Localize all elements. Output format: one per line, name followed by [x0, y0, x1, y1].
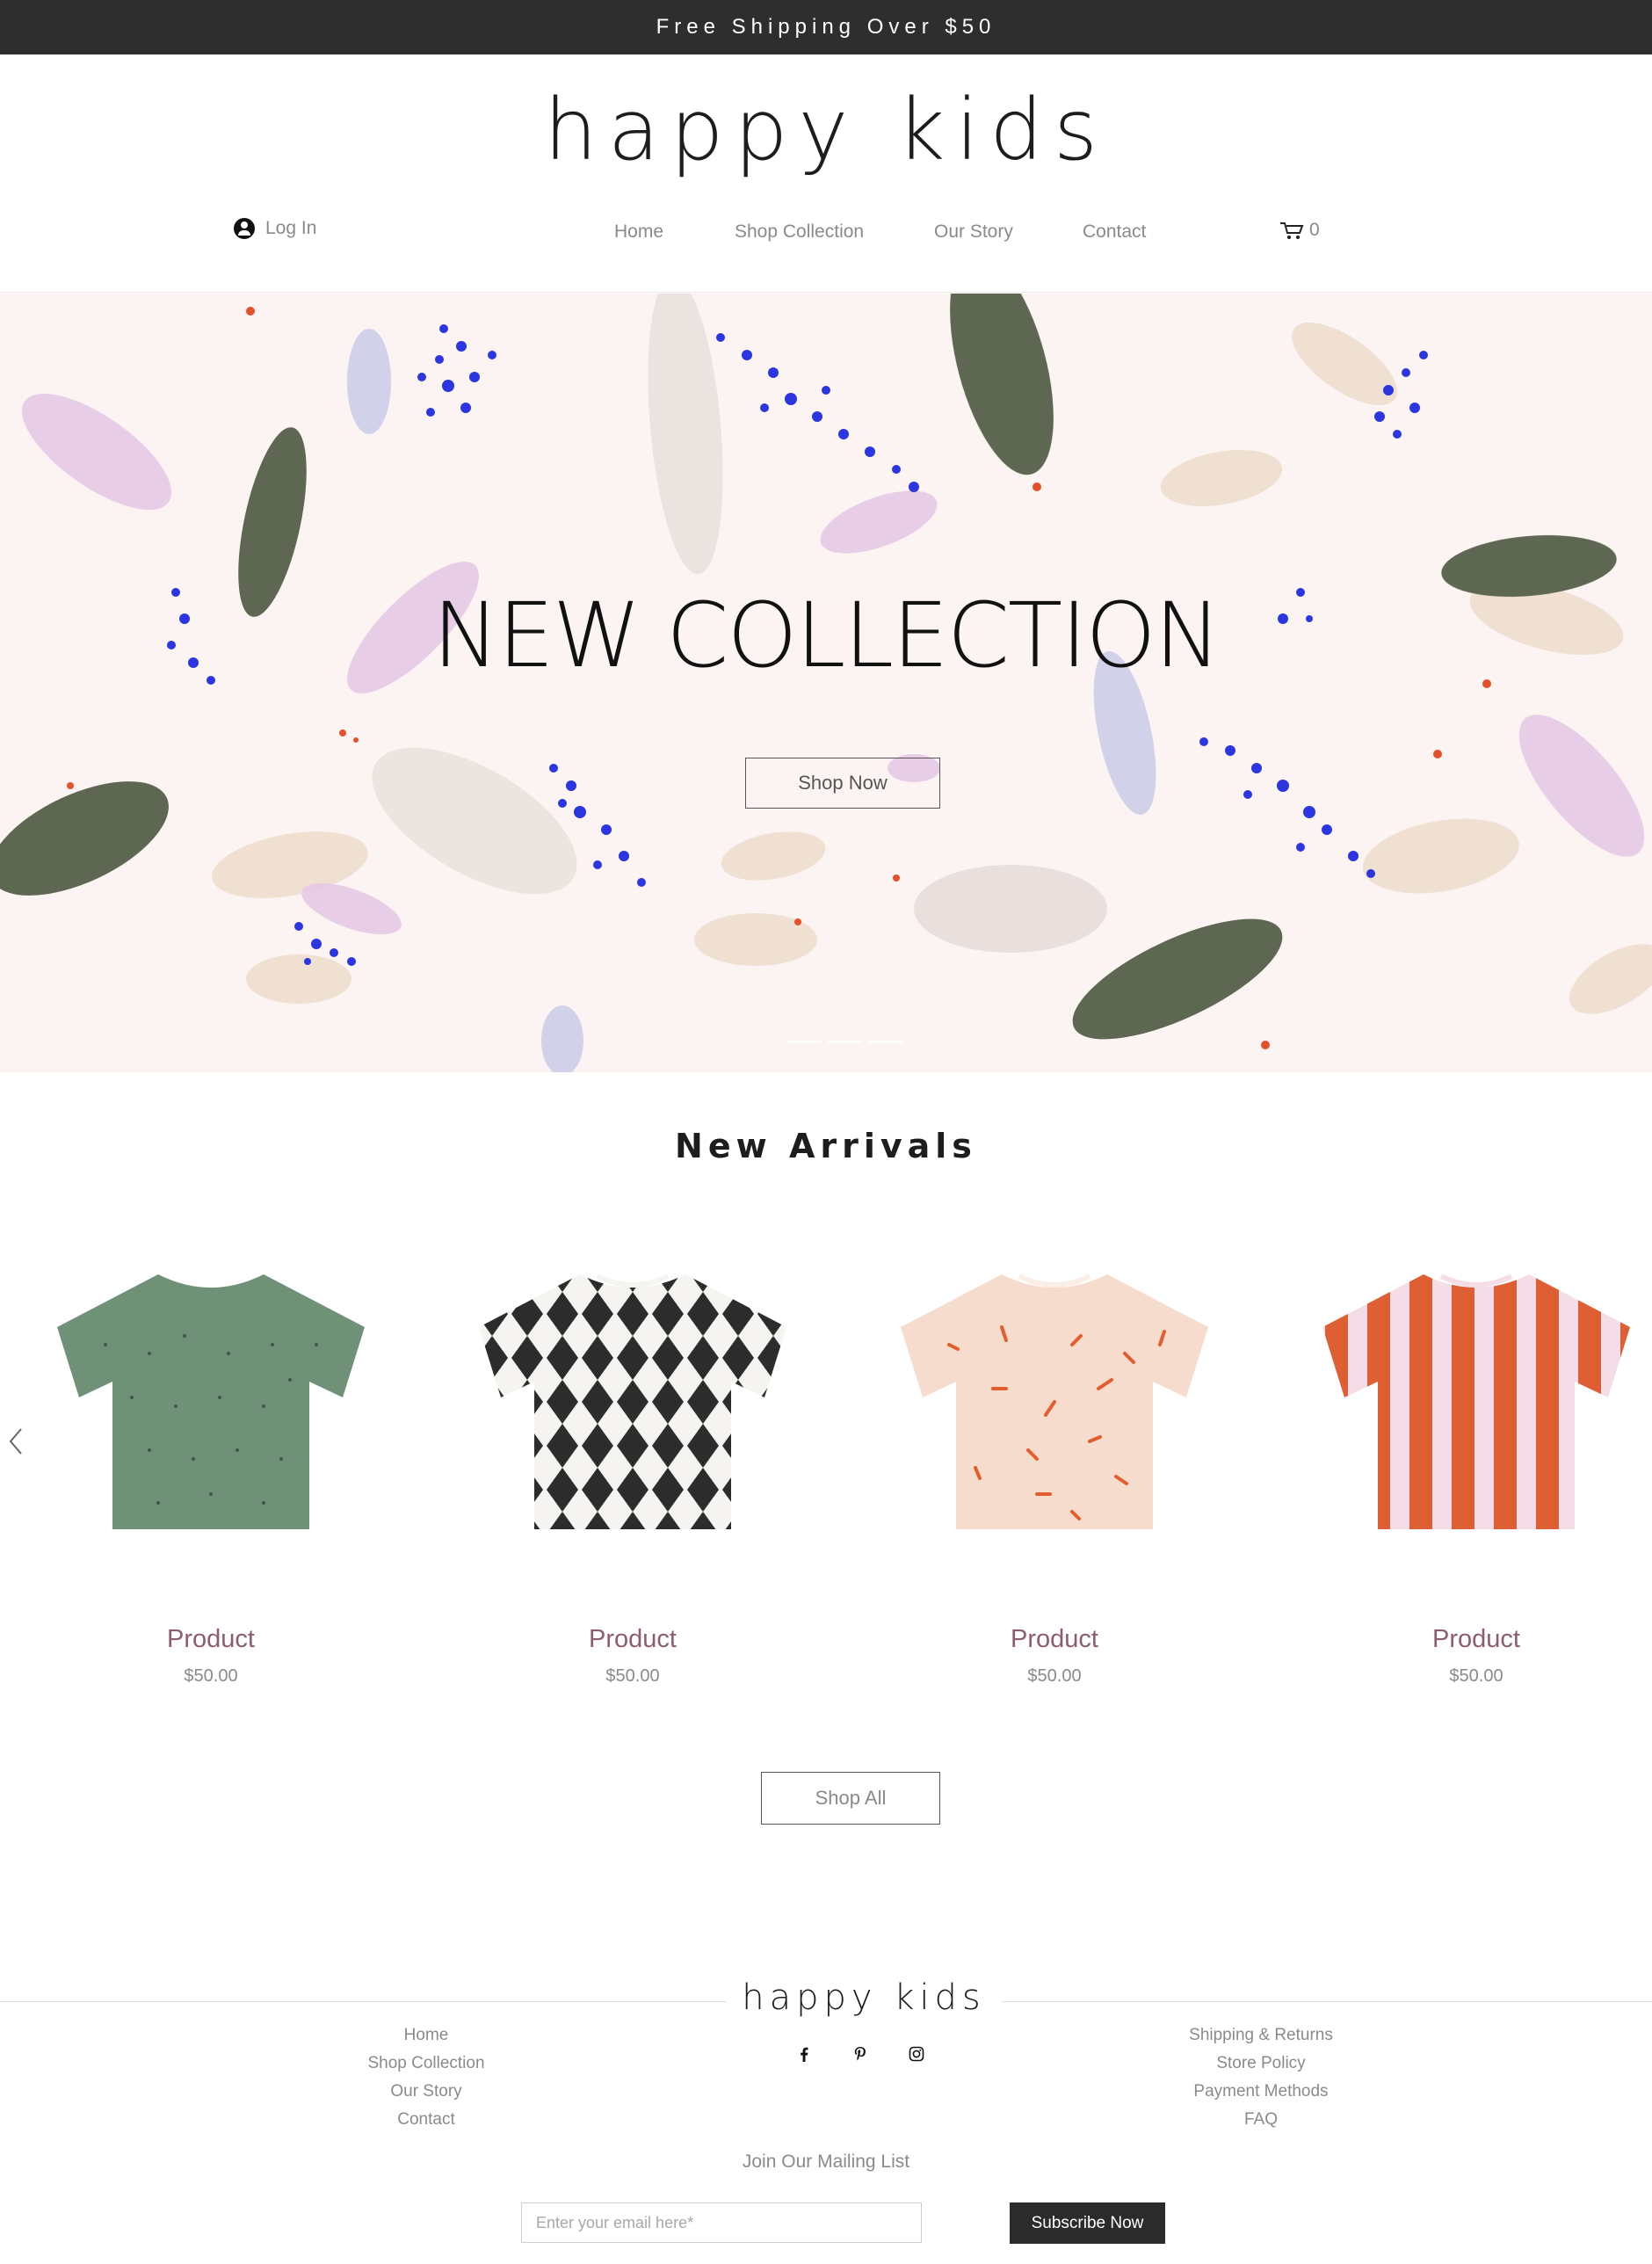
product-name[interactable]: Product	[475, 1625, 791, 1654]
shop-now-button[interactable]: Shop Now	[745, 758, 940, 809]
footer-link-store-policy[interactable]: Store Policy	[1173, 2050, 1349, 2078]
product-name[interactable]: Product	[53, 1625, 369, 1654]
product-price: $50.00	[184, 1666, 238, 1686]
cart-button[interactable]: 0	[1279, 220, 1320, 241]
mailing-list-title: Join Our Mailing List	[742, 2152, 910, 2172]
slide-dot-1[interactable]	[787, 1041, 822, 1043]
product-card[interactable]: Product $50.00	[1318, 1248, 1634, 1687]
footer-divider-right	[1002, 2001, 1652, 2002]
product-price: $50.00	[1449, 1666, 1503, 1686]
footer-link-faq[interactable]: FAQ	[1173, 2106, 1349, 2134]
email-field[interactable]	[521, 2202, 922, 2243]
product-card[interactable]: Product $50.00	[53, 1248, 369, 1687]
product-card[interactable]: Product $50.00	[475, 1248, 791, 1687]
announcement-bar: Free Shipping Over $50	[0, 0, 1652, 54]
footer-link-contact[interactable]: Contact	[338, 2106, 514, 2134]
site-logo[interactable]: happy kids	[0, 81, 1652, 179]
footer-link-shipping-returns[interactable]: Shipping & Returns	[1173, 2021, 1349, 2050]
cart-count: 0	[1309, 220, 1320, 240]
announcement-text: Free Shipping Over $50	[656, 15, 996, 39]
chevron-left-icon[interactable]	[4, 1424, 30, 1459]
footer-nav-right: Shipping & Returns Store Policy Payment …	[1173, 2021, 1349, 2134]
footer-link-shop-collection[interactable]: Shop Collection	[338, 2050, 514, 2078]
slide-dot-2[interactable]	[828, 1041, 863, 1043]
footer-link-payment-methods[interactable]: Payment Methods	[1173, 2078, 1349, 2106]
subscribe-button[interactable]: Subscribe Now	[1010, 2202, 1165, 2244]
footer-divider-left	[0, 2001, 726, 2002]
pinterest-icon[interactable]	[852, 2046, 868, 2062]
product-image[interactable]	[1318, 1248, 1634, 1564]
nav-home-label: Home	[614, 221, 664, 242]
nav-contact-label: Contact	[1083, 221, 1147, 242]
instagram-icon[interactable]	[909, 2046, 924, 2062]
facebook-icon[interactable]	[796, 2046, 812, 2062]
cart-icon	[1280, 222, 1304, 239]
shop-all-button[interactable]: Shop All	[761, 1772, 940, 1825]
footer-nav-left: Home Shop Collection Our Story Contact	[338, 2021, 514, 2134]
nav-home[interactable]: Home	[614, 221, 663, 243]
product-image[interactable]	[53, 1248, 369, 1564]
slide-indicators[interactable]	[787, 1041, 903, 1043]
user-icon	[234, 218, 255, 239]
product-price: $50.00	[605, 1666, 660, 1686]
footer-link-our-story[interactable]: Our Story	[338, 2078, 514, 2106]
new-arrivals-title: New Arrivals	[675, 1127, 977, 1165]
nav-shop-collection-label: Shop Collection	[735, 221, 865, 242]
nav-our-story[interactable]: Our Story	[934, 221, 1013, 243]
login-button[interactable]: Log In	[234, 218, 316, 239]
nav-contact[interactable]: Contact	[1083, 221, 1146, 243]
slide-dot-3[interactable]	[868, 1041, 903, 1043]
hero-banner: NEW COLLECTION Shop Now	[0, 294, 1652, 1072]
product-card[interactable]: Product $50.00	[896, 1248, 1213, 1687]
product-image[interactable]	[475, 1248, 791, 1564]
product-price: $50.00	[1027, 1666, 1082, 1686]
nav-our-story-label: Our Story	[934, 221, 1013, 242]
product-name[interactable]: Product	[896, 1625, 1213, 1654]
product-name[interactable]: Product	[1318, 1625, 1634, 1654]
header-divider	[0, 292, 1652, 293]
social-links	[796, 2046, 924, 2062]
hero-title: NEW COLLECTION	[432, 584, 1221, 688]
footer-link-home[interactable]: Home	[338, 2021, 514, 2050]
product-image[interactable]	[896, 1248, 1213, 1564]
login-label: Log In	[265, 218, 317, 238]
nav-shop-collection[interactable]: Shop Collection	[735, 221, 864, 243]
footer-logo[interactable]: happy kids	[726, 1977, 1002, 2018]
